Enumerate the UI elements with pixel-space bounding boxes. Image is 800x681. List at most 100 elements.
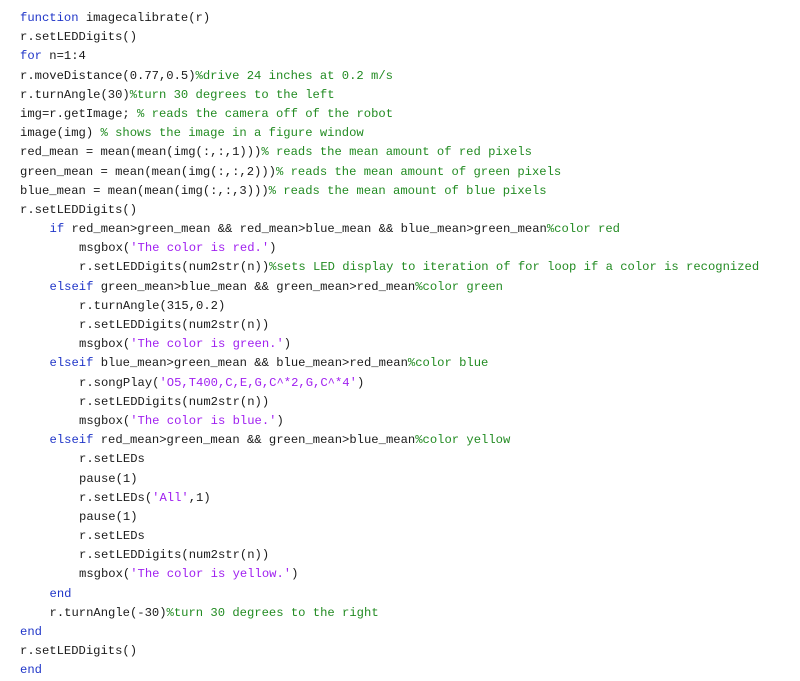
code-line: r.setLEDDigits() — [20, 201, 759, 220]
code-text: ) — [356, 375, 365, 390]
code-comment: %color red — [546, 222, 620, 237]
code-line: r.moveDistance(0.77,0.5)%drive 24 inches… — [20, 67, 759, 86]
code-text: img=r.getImage; — [20, 106, 138, 121]
code-line: end — [20, 661, 759, 680]
code-line: blue_mean = mean(mean(img(:,:,3)))% read… — [20, 182, 759, 201]
code-line: r.setLEDs — [20, 527, 759, 546]
code-line: pause(1) — [20, 470, 759, 489]
code-text: msgbox( — [79, 567, 131, 582]
code-line: msgbox('The color is blue.') — [20, 412, 759, 431]
code-editor[interactable]: function imagecalibrate(r) r.setLEDDigits… — [20, 9, 759, 681]
code-comment: % reads the mean amount of red pixels — [261, 145, 532, 160]
code-comment: %color blue — [407, 356, 489, 371]
code-line: r.setLEDDigits(num2str(n)) — [20, 393, 759, 412]
code-text: ) — [283, 337, 292, 352]
code-text: ) — [269, 241, 277, 256]
code-comment: %color green — [415, 279, 503, 294]
code-comment: %color yellow — [415, 433, 511, 448]
code-line: r.setLEDDigits() — [20, 28, 759, 47]
code-line: msgbox('The color is green.') — [20, 335, 759, 354]
code-text: r.setLEDs — [79, 529, 145, 544]
code-line: end — [20, 585, 759, 604]
code-line: elseif green_mean>blue_mean && green_mea… — [20, 278, 759, 297]
code-string: 'All' — [152, 490, 189, 505]
code-line: elseif red_mean>green_mean && green_mean… — [20, 431, 759, 450]
code-line: r.setLEDDigits() — [20, 642, 759, 661]
code-line: function imagecalibrate(r) — [20, 9, 759, 28]
code-text: r.moveDistance(0.77,0.5) — [20, 68, 196, 83]
code-keyword: end — [49, 586, 72, 601]
code-keyword: end — [20, 663, 42, 678]
code-string: 'The color is green.' — [130, 337, 284, 352]
code-text: r.setLEDDigits(num2str(n)) — [79, 548, 270, 563]
code-text: green_mean = mean(mean(img(:,:,2))) — [20, 164, 276, 179]
code-line: elseif blue_mean>green_mean && blue_mean… — [20, 354, 759, 373]
code-line: img=r.getImage; % reads the camera off o… — [20, 105, 759, 124]
code-text: blue_mean = mean(mean(img(:,:,3))) — [20, 183, 269, 198]
code-comment: %sets LED display to iteration of for lo… — [269, 260, 760, 275]
code-text: red_mean = mean(mean(img(:,:,1))) — [20, 145, 262, 160]
code-comment: %turn 30 degrees to the right — [166, 605, 379, 620]
code-text: ) — [276, 413, 284, 428]
code-text: image(img) — [20, 126, 101, 141]
code-text: r.setLEDDigits(num2str(n)) — [79, 394, 270, 409]
code-string: 'O5,T400,C,E,G,C^*2,G,C^*4' — [159, 375, 357, 390]
code-text: r.setLEDDigits() — [20, 644, 138, 659]
code-string: 'The color is red.' — [130, 241, 270, 256]
code-keyword: for — [20, 49, 42, 64]
code-line: msgbox('The color is yellow.') — [20, 565, 759, 584]
code-line: r.turnAngle(30)%turn 30 degrees to the l… — [20, 86, 759, 105]
code-line: r.setLEDs('All',1) — [20, 489, 759, 508]
code-line: image(img) % shows the image in a figure… — [20, 124, 759, 143]
code-line: green_mean = mean(mean(img(:,:,2)))% rea… — [20, 163, 759, 182]
code-text: r.turnAngle(-30) — [49, 605, 167, 620]
code-text: r.setLEDs — [79, 452, 145, 467]
code-text: msgbox( — [79, 337, 131, 352]
code-text: r.setLEDDigits() — [20, 30, 138, 45]
code-string: 'The color is blue.' — [130, 413, 277, 428]
code-keyword: elseif — [49, 433, 94, 448]
code-text: r.songPlay( — [79, 375, 160, 390]
code-line: msgbox('The color is red.') — [20, 239, 759, 258]
code-text: r.setLEDs( — [79, 490, 153, 505]
code-text: r.setLEDDigits(num2str(n)) — [79, 260, 270, 275]
code-text: red_mean>green_mean && green_mean>blue_m… — [93, 433, 416, 448]
code-text: ,1) — [188, 490, 211, 505]
code-comment: %turn 30 degrees to the left — [129, 87, 335, 102]
code-line: if red_mean>green_mean && red_mean>blue_… — [20, 220, 759, 239]
code-text: pause(1) — [79, 471, 138, 486]
code-text: red_mean>green_mean && red_mean>blue_mea… — [64, 222, 547, 237]
code-text: n=1:4 — [41, 49, 86, 64]
code-line: r.setLEDs — [20, 450, 759, 469]
code-comment: % reads the mean amount of blue pixels — [268, 183, 547, 198]
code-keyword: elseif — [49, 279, 94, 294]
code-text: pause(1) — [79, 509, 138, 524]
code-comment: % shows the image in a figure window — [100, 126, 364, 141]
code-text: msgbox( — [79, 413, 131, 428]
code-keyword: function — [20, 11, 79, 25]
code-line: end — [20, 623, 759, 642]
code-text: green_mean>blue_mean && green_mean>red_m… — [93, 279, 416, 294]
code-line: r.turnAngle(-30)%turn 30 degrees to the … — [20, 604, 759, 623]
code-text: r.setLEDDigits() — [20, 202, 138, 217]
code-text: r.setLEDDigits(num2str(n)) — [79, 318, 270, 332]
code-line: pause(1) — [20, 508, 759, 527]
code-line: for n=1:4 — [20, 47, 759, 66]
code-text: ) — [291, 567, 299, 582]
code-comment: %drive 24 inches at 0.2 m/s — [195, 68, 394, 83]
code-text: r.turnAngle(30) — [20, 87, 130, 102]
code-line: r.songPlay('O5,T400,C,E,G,C^*2,G,C^*4') — [20, 374, 759, 393]
code-line: r.setLEDDigits(num2str(n)) — [20, 546, 759, 565]
code-text: msgbox( — [79, 241, 131, 256]
code-text: blue_mean>green_mean && blue_mean>red_me… — [93, 356, 408, 371]
code-text: imagecalibrate(r) — [78, 11, 211, 25]
code-comment: % reads the mean amount of green pixels — [275, 164, 562, 179]
code-string: 'The color is yellow.' — [130, 567, 292, 582]
code-keyword: elseif — [49, 356, 94, 371]
code-keyword: end — [20, 625, 42, 639]
code-text: r.turnAngle(315,0.2) — [79, 298, 226, 313]
code-keyword: if — [49, 222, 65, 237]
code-line: red_mean = mean(mean(img(:,:,1)))% reads… — [20, 143, 759, 162]
code-line: r.setLEDDigits(num2str(n)) — [20, 316, 759, 335]
code-line: r.turnAngle(315,0.2) — [20, 297, 759, 316]
